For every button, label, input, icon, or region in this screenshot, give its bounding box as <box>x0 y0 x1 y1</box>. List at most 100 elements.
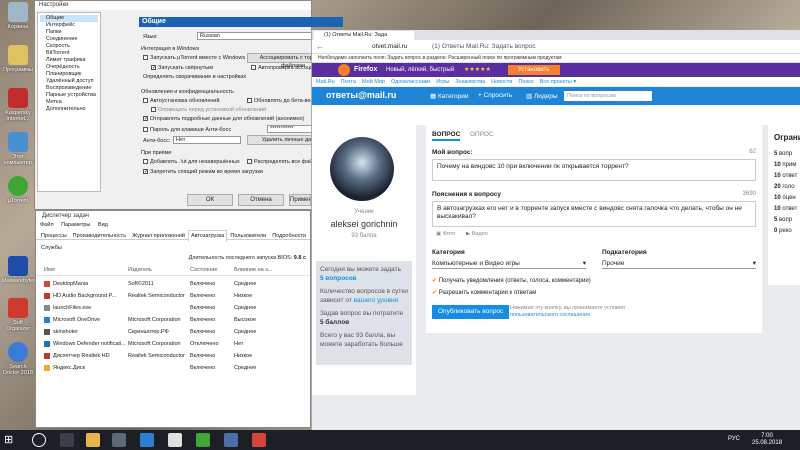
tree-item[interactable]: Парные устройства <box>40 92 98 99</box>
tree-item[interactable]: Папки <box>40 29 98 36</box>
nav-link[interactable]: Знакомства <box>455 79 485 85</box>
tree-item[interactable]: Соединение <box>40 36 98 43</box>
start-minimized-checkbox[interactable]: Запускать свёрнутым <box>151 65 213 71</box>
video-button[interactable]: ▶ Видео <box>466 231 488 237</box>
search-input[interactable]: Поиск по вопросам <box>564 91 652 101</box>
language-indicator[interactable]: РУС <box>728 436 740 442</box>
ask-button[interactable]: + Спросить <box>478 92 512 99</box>
tab-services[interactable]: Службы <box>38 242 65 254</box>
level-link[interactable]: вашего уровня <box>354 297 398 304</box>
app-taskbar-icon[interactable] <box>252 433 266 447</box>
add-incomplete-checkbox[interactable]: Добавлять .!ut для незавершённых <box>143 159 240 165</box>
allow-comments-checkbox[interactable]: ✔ Разрешить комментарии к ответам <box>432 289 536 296</box>
explanation-input[interactable]: В автозагрузках его нет и в торренте зап… <box>432 201 756 227</box>
col-impact[interactable]: Влияние на з... <box>234 267 272 273</box>
browser-tab-active[interactable]: (1) Ответы Mail.Ru: Зада <box>314 31 414 40</box>
tree-item[interactable]: Скорость <box>40 43 98 50</box>
allocate-checkbox[interactable]: Распределять все файлы <box>247 159 319 165</box>
url-field[interactable]: otvet.mail.ru <box>372 43 407 50</box>
nav-link[interactable]: Игры <box>436 79 449 85</box>
edge-icon[interactable] <box>140 433 154 447</box>
notify-checkbox[interactable]: ✔ Получать уведомления (ответы, голоса, … <box>432 277 591 284</box>
tree-item[interactable]: Общие <box>40 15 98 22</box>
table-row[interactable]: skinshoter Скриншотер.РФ Включено Среднее <box>36 327 310 337</box>
apply-button[interactable]: Применить <box>289 194 311 206</box>
tree-item[interactable]: Очерёдность <box>40 64 98 71</box>
categories-button[interactable]: ▦ Категории <box>430 92 468 100</box>
desktop-icon-utorrent[interactable]: µTorrent <box>2 176 34 204</box>
menu-view[interactable]: Вид <box>98 222 108 228</box>
col-publisher[interactable]: Издатель <box>128 267 152 273</box>
tree-item[interactable]: Планировщик <box>40 71 98 78</box>
tab-poll[interactable]: ОПРОС <box>470 131 494 138</box>
nav-link[interactable]: Mail.Ru <box>316 79 335 85</box>
tab-processes[interactable]: Процессы <box>38 230 70 242</box>
taskmgr-taskbar-icon[interactable] <box>224 433 238 447</box>
tab-performance[interactable]: Производительность <box>70 230 129 242</box>
password-checkbox[interactable]: Пароль для клавиши Анти-босс <box>143 127 231 133</box>
profile-name[interactable]: aleksei gorichnin <box>312 219 416 229</box>
desktop-icon-programs[interactable]: Программы <box>2 45 34 73</box>
windows-start-icon[interactable]: ⊞ <box>4 433 13 446</box>
table-row[interactable]: Microsoft OneDrive Microsoft Corporation В… <box>36 315 310 325</box>
tab-users[interactable]: Пользователи <box>227 230 269 242</box>
tree-item[interactable]: Дополнительно <box>40 106 98 113</box>
nav-link[interactable]: Поиск <box>518 79 533 85</box>
desktop-icon-malwarebytes[interactable]: Malwarebytes <box>2 256 36 284</box>
antiboss-field[interactable]: Нет <box>173 136 241 144</box>
tree-item[interactable]: BitTorrent <box>40 50 98 57</box>
cancel-button[interactable]: Отмена <box>238 194 284 206</box>
menu-options[interactable]: Параметры <box>61 222 90 228</box>
publish-button[interactable]: Опубликовать вопрос <box>432 305 510 319</box>
desktop-icon-recycle-bin[interactable]: Корзина <box>2 2 34 30</box>
tab-startup[interactable]: Автозагрузка <box>187 230 228 242</box>
utorrent-taskbar-icon[interactable] <box>196 433 210 447</box>
question-input[interactable]: Почему на виндовс 10 при включении пк от… <box>432 159 756 181</box>
nav-link[interactable]: Одноклассники <box>391 79 430 85</box>
menu-file[interactable]: Файл <box>40 222 54 228</box>
leaders-button[interactable]: ▥ Лидеры <box>526 92 558 100</box>
nav-link[interactable]: Мой Мир <box>362 79 385 85</box>
start-with-windows-checkbox[interactable]: Запускать µTorrent вместе с Windows <box>143 55 245 61</box>
col-state[interactable]: Состояние <box>190 267 217 273</box>
col-name[interactable]: Имя <box>44 267 55 273</box>
nav-link[interactable]: Почта <box>341 79 356 85</box>
subcategory-select[interactable]: Прочие ▾ <box>602 259 756 269</box>
nav-link[interactable]: Все проекты ▾ <box>540 79 576 85</box>
table-row[interactable]: HD Audio Background P... Realtek Semicond… <box>36 291 310 301</box>
yandex-icon[interactable] <box>168 433 182 447</box>
table-row[interactable]: launchFiles.exe Включено Среднее <box>36 303 310 313</box>
table-row[interactable]: Диспетчер Realtek HD Realtek Semiconducto… <box>36 351 310 361</box>
task-view-icon[interactable] <box>60 433 74 447</box>
install-button[interactable]: Установить <box>508 65 560 75</box>
table-row[interactable]: Яндекс.Диск Включено Среднее <box>36 363 310 373</box>
ok-button[interactable]: ОК <box>187 194 233 206</box>
back-icon[interactable]: ← <box>316 42 324 51</box>
tab-details[interactable]: Подробности <box>269 230 309 242</box>
tree-item[interactable]: Метка <box>40 99 98 106</box>
otvet-logo[interactable]: ответы@mail.ru <box>326 90 396 100</box>
tree-item[interactable]: Лимит трафика <box>40 57 98 64</box>
clock[interactable]: 7:00 25.08.2018 <box>752 433 782 447</box>
tree-item[interactable]: Удалённый доступ <box>40 78 98 85</box>
avatar[interactable] <box>330 137 394 201</box>
auto-update-checkbox[interactable]: Автоустановка обновлений <box>143 98 220 104</box>
category-select[interactable]: Компьютерные и Видео игры ▾ <box>432 259 586 269</box>
tab-app-history[interactable]: Журнал приложений <box>129 230 188 242</box>
desktop-icon-search-doctor[interactable]: Search Doctor 2018 <box>2 342 34 376</box>
notify-update-checkbox[interactable]: Оповещать перед установкой обновлений <box>151 107 266 113</box>
store-icon[interactable] <box>112 433 126 447</box>
terms-link[interactable]: пользовательского соглашения <box>510 312 625 319</box>
table-row[interactable]: DesktopMania Soft©2011 Включено Среднее <box>36 279 310 289</box>
tree-item[interactable]: Воспроизведение <box>40 85 98 92</box>
send-info-checkbox[interactable]: Отправлять подробные данные для обновлен… <box>143 116 304 122</box>
desktop-icon-kaspersky[interactable]: Kaspersky Internet... <box>2 88 34 122</box>
desktop-icon-soft-organizer[interactable]: Soft Organizer <box>2 298 34 332</box>
desktop-icon-this-pc[interactable]: Этот компьютер <box>2 132 34 166</box>
nav-link[interactable]: Новости <box>491 79 512 85</box>
prevent-sleep-checkbox[interactable]: Запретить спящий режим во время загрузки <box>143 169 263 175</box>
photo-button[interactable]: ▣ Фото <box>436 231 455 237</box>
file-explorer-icon[interactable] <box>86 433 100 447</box>
tree-item[interactable]: Интерфейс <box>40 22 98 29</box>
search-icon[interactable] <box>32 433 46 447</box>
